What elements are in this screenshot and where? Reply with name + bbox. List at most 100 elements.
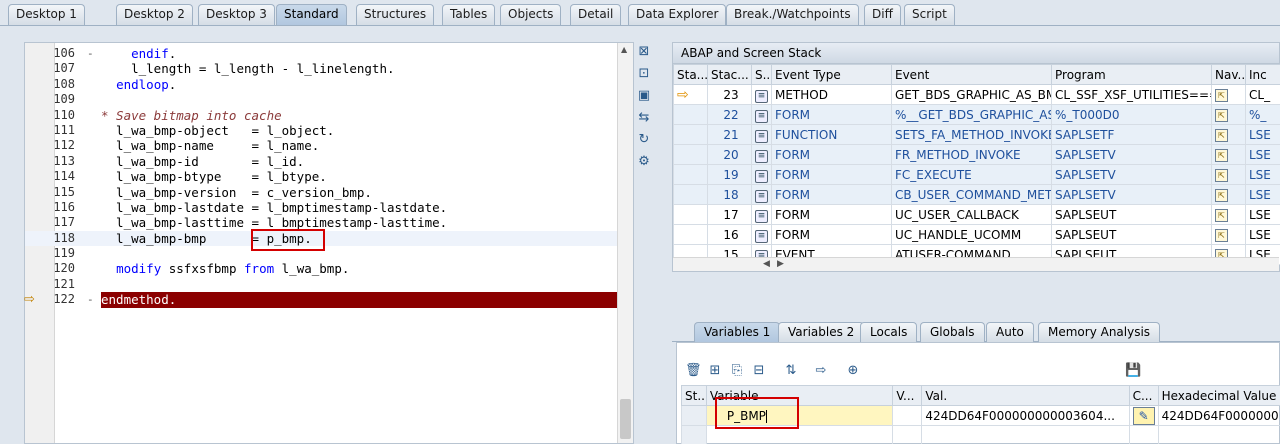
stack-column-header[interactable]: Program [1051,64,1212,85]
var-tab-auto[interactable]: Auto [986,322,1034,342]
code-line[interactable]: 122- endmethod. [25,292,618,308]
top-tab-script[interactable]: Script [904,4,955,25]
copy-row-icon[interactable]: ⎘ [729,363,745,379]
code-line[interactable]: 111 l_wa_bmp-object = l_object. [25,123,618,138]
remove-row-icon[interactable]: ⊟ [751,363,767,379]
stack-row[interactable]: 19 ≡ FORM FC_EXECUTE SAPLSETV ⇱ LSE [673,164,1280,185]
var-tab-globals[interactable]: Globals [920,322,985,342]
navigate-to-source-icon[interactable]: ⇱ [1215,229,1228,242]
var-tab-variables-2[interactable]: Variables 2 [778,322,865,342]
sort-icon[interactable]: ⇅ [783,363,799,379]
delete-icon[interactable]: 🗑 [685,363,702,379]
edit-pencil-icon[interactable]: ✎ [1132,406,1155,425]
variable-column-header[interactable]: C... [1128,385,1159,406]
navigate-to-source-icon[interactable]: ⇱ [1215,209,1228,222]
stack-row[interactable]: 18≡FORMCB_USER_COMMAND_METH...SAPLSETV⇱ L… [673,184,1280,205]
variable-column-header[interactable]: V... [892,385,923,406]
stack-cell: LSE [1245,224,1280,245]
navigate-to-source-icon[interactable]: ⇱ [1215,169,1228,182]
empty-cell[interactable] [921,425,1130,444]
top-tab-desktop-3[interactable]: Desktop 3 [198,4,275,25]
code-line[interactable]: 106- endif. [25,46,618,61]
stack-cell: SAPLSEUT [1051,204,1212,225]
close-pane-icon[interactable]: ⊠ [636,44,652,60]
top-tab-desktop-1[interactable]: Desktop 1 [8,4,85,25]
code-line[interactable]: 112 l_wa_bmp-name = l_name. [25,138,618,153]
var-tab-variables-1[interactable]: Variables 1 [694,322,781,342]
code-line[interactable]: 121 [25,277,618,292]
navigate-to-source-icon[interactable]: ⇱ [1215,129,1228,142]
code-line[interactable]: 113 l_wa_bmp-id = l_id. [25,154,618,169]
empty-cell[interactable] [1128,425,1159,444]
source-icon: ≡ [755,109,768,123]
editor-vertical-scrollbar[interactable]: ▲ [617,43,633,443]
save-icon[interactable]: 💾 [1125,363,1141,379]
top-tab-desktop-2[interactable]: Desktop 2 [116,4,193,25]
top-tab-detail[interactable]: Detail [570,4,622,25]
source-icon: ≡ [755,189,768,203]
top-tab-data-explorer[interactable]: Data Explorer [628,4,727,25]
stack-column-header[interactable]: Event Type [771,64,892,85]
row-selector[interactable] [681,405,707,426]
stack-row[interactable]: 22 ≡ FORM %__GET_BDS_GRAPHIC_AS... %_T000D0 ⇱… [673,104,1280,125]
insert-row-icon[interactable]: ⊞ [707,363,723,379]
var-tab-memory-analysis[interactable]: Memory Analysis [1038,322,1161,342]
code-line[interactable]: 120 modify ssfxsfbmp from l_wa_bmp. [25,261,618,276]
variable-column-header[interactable]: St... [681,385,707,406]
scroll-up-icon[interactable]: ▲ [621,45,627,54]
stack-column-header[interactable]: Inc [1245,64,1280,85]
variable-column-header[interactable]: Hexadecimal Value [1157,385,1280,406]
navigate-to-source-icon[interactable]: ⇱ [1215,109,1228,122]
abap-screen-stack-panel: ABAP and Screen Stack Sta...Stac...S...E… [672,42,1280,272]
navigate-to-source-icon[interactable]: ⇱ [1215,89,1228,102]
navigate-to-source-icon[interactable]: ⇱ [1215,189,1228,202]
code-line[interactable]: 109 [25,92,618,107]
stack-row[interactable]: 16 ≡ FORM UC_HANDLE_UCOMM SAPLSEUT ⇱ LSE [673,224,1280,245]
top-tab-structures[interactable]: Structures [356,4,435,25]
stack-row[interactable]: 20 ≡ FORM FR_METHOD_INVOKE SAPLSETV ⇱ LSE [673,144,1280,165]
variable-value: 424DD64F000000000003604... [921,405,1130,426]
stack-cell: 19 [707,164,752,185]
stack-column-header[interactable]: Stac... [707,64,752,85]
top-tab-break-watchpoints[interactable]: Break./Watchpoints [726,4,859,25]
stack-column-header[interactable]: Nav... [1211,64,1246,85]
code-line[interactable]: 110 * Save bitmap into cache [25,108,618,123]
scroll-right-icon[interactable]: ▶ [777,259,784,269]
code-line[interactable]: 115 l_wa_bmp-version = c_version_bmp. [25,185,618,200]
stack-row[interactable]: ⇨ 23 ≡ METHOD GET_BDS_GRAPHIC_AS_BMP CL_SSF_X… [673,84,1280,105]
stack-horizontal-scrollbar[interactable]: ◀ ▶ [673,257,1279,271]
stack-cell: METHOD [771,84,892,105]
stack-column-header[interactable]: Sta... [673,64,708,85]
empty-cell[interactable] [1157,425,1280,444]
maximize-icon[interactable]: ⊡ [636,66,652,82]
code-line[interactable]: 114 l_wa_bmp-btype = l_btype. [25,169,618,184]
navigate-icon[interactable]: ↻ [636,132,652,148]
empty-cell[interactable] [892,425,923,444]
source-code-editor[interactable]: 106- endif. 107 l_length = l_length - l_l… [24,42,634,444]
top-tab-diff[interactable]: Diff [864,4,901,25]
top-tab-standard[interactable]: Standard [276,4,347,25]
scroll-thumb[interactable] [620,399,631,439]
watch-icon[interactable]: ⊕ [845,363,861,379]
stack-column-header[interactable]: S... [751,64,772,85]
tools-settings-icon[interactable]: ⚙ [636,154,652,170]
fullscreen-icon[interactable]: ▣ [636,88,652,104]
scroll-left-icon[interactable]: ◀ [763,259,770,269]
fold-marker-icon[interactable]: - [87,46,94,61]
stack-column-header[interactable]: Event [891,64,1052,85]
top-tab-tables[interactable]: Tables [442,4,496,25]
var-tab-locals[interactable]: Locals [860,322,918,342]
navigate-to-source-icon[interactable]: ⇱ [1215,149,1228,162]
transfer-icon[interactable]: ⇨ [813,363,829,379]
stack-row[interactable]: 17 ≡ FORM UC_USER_CALLBACK SAPLSEUT ⇱ LSE [673,204,1280,225]
swap-pane-icon[interactable]: ⇆ [636,110,652,126]
empty-cell[interactable] [681,425,707,444]
stack-row[interactable]: 21 ≡ FUNCTION SETS_FA_METHOD_INVOKE SAPLSETF… [673,124,1280,145]
source-icon: ≡ [755,129,768,143]
variable-column-header[interactable]: Val. [921,385,1130,406]
top-tab-objects[interactable]: Objects [500,4,562,25]
code-line[interactable]: 116 l_wa_bmp-lastdate = l_bmptimestamp-l… [25,200,618,215]
code-line[interactable]: 107 l_length = l_length - l_linelength. [25,61,618,76]
code-line[interactable]: 108 endloop. [25,77,618,92]
fold-marker-icon[interactable]: - [87,292,94,307]
